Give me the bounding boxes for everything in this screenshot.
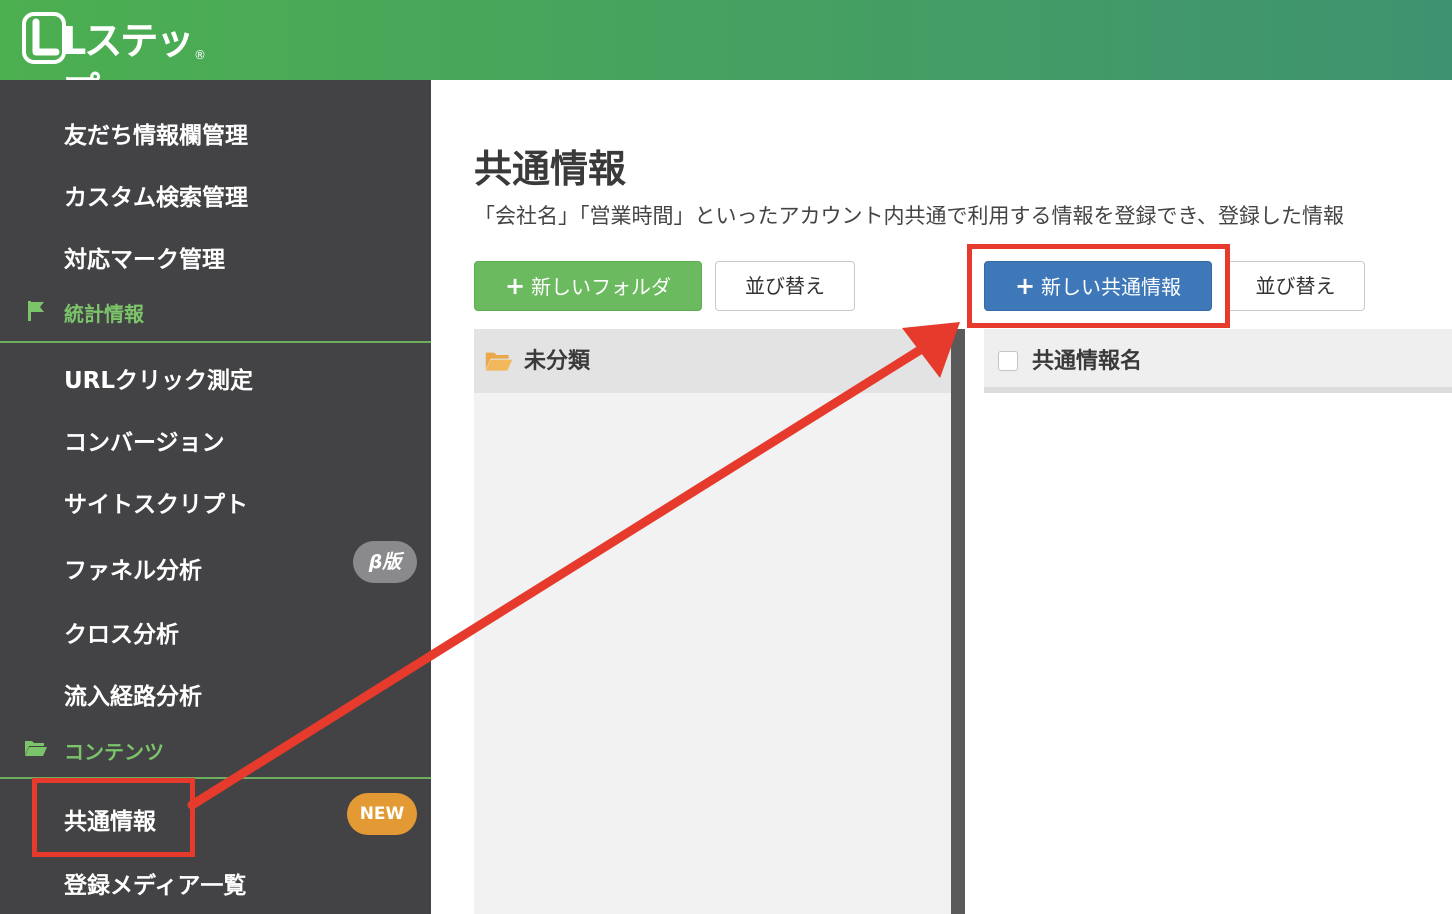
annotation-arrow-icon — [187, 322, 960, 810]
